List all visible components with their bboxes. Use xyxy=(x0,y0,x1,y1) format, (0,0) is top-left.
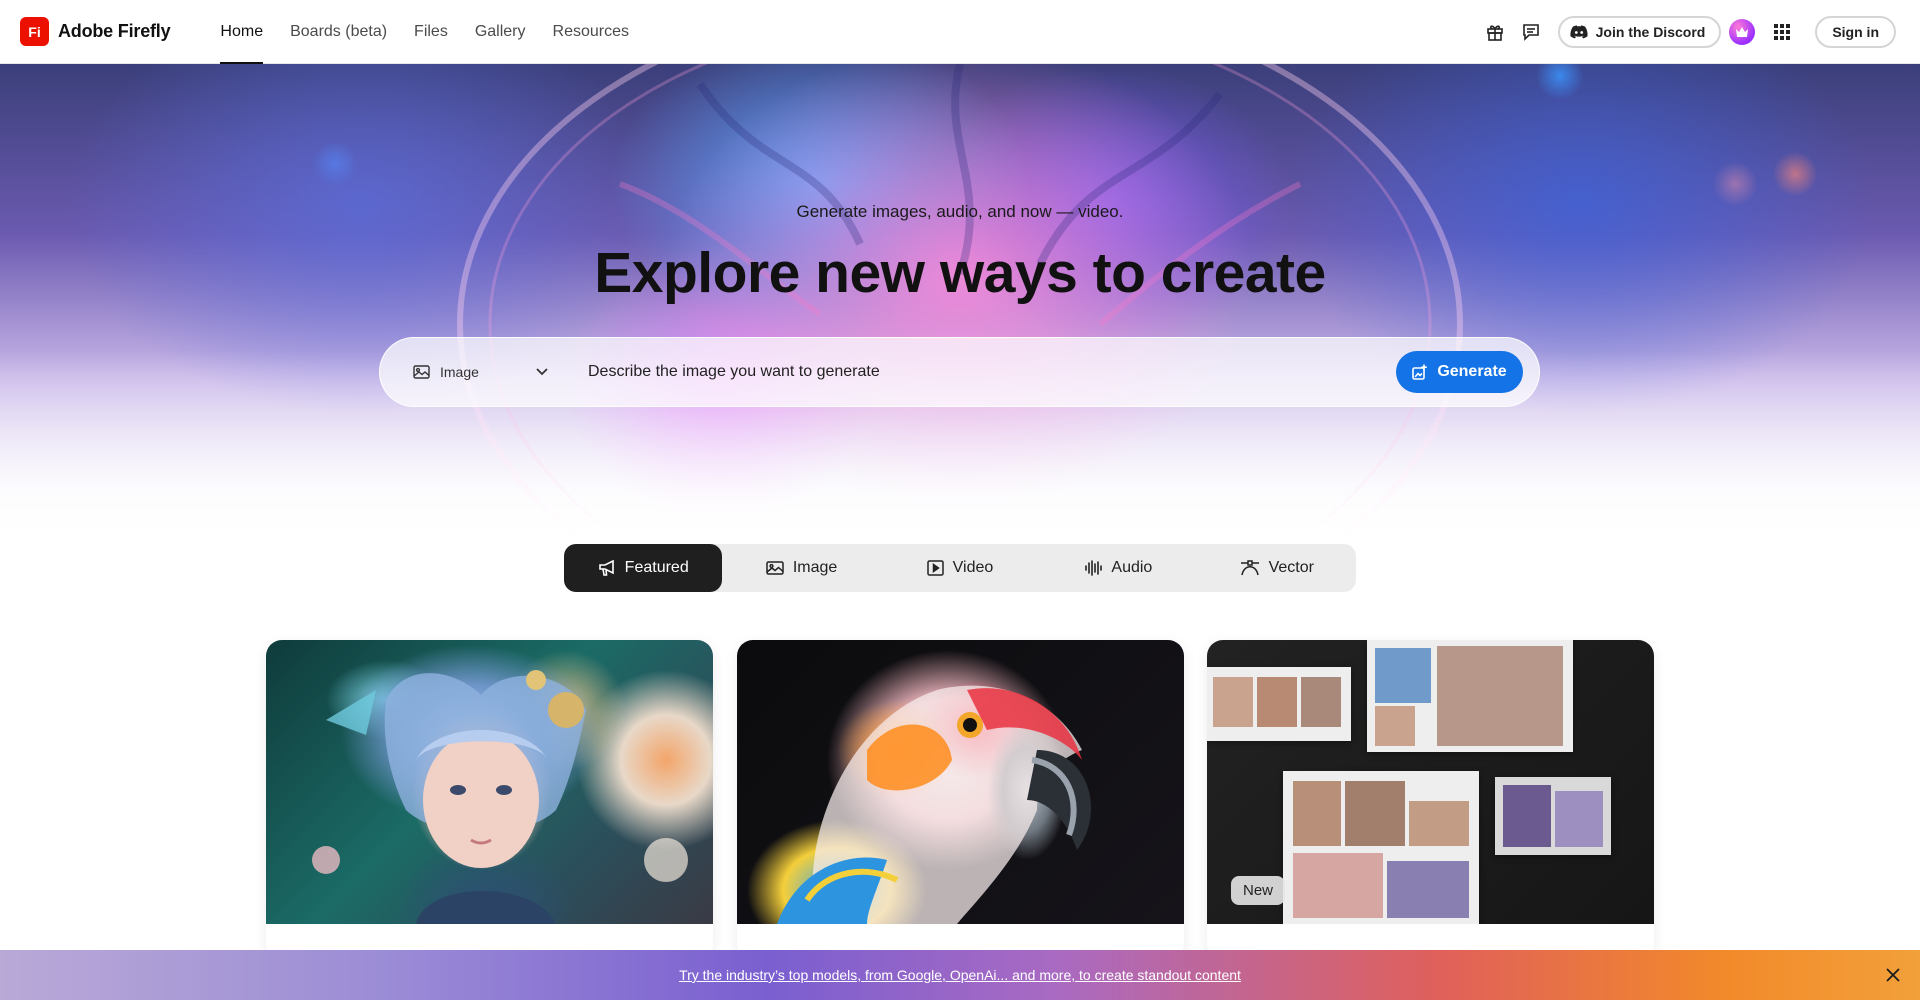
nav-item-files[interactable]: Files xyxy=(414,0,448,64)
nav-item-resources[interactable]: Resources xyxy=(553,0,629,64)
hero-title: Explore new ways to create xyxy=(594,241,1326,305)
generate-label: Generate xyxy=(1437,363,1507,380)
nav-item-gallery[interactable]: Gallery xyxy=(475,0,526,64)
tab-video-label: Video xyxy=(952,559,994,576)
main-nav: Home Boards (beta) Files Gallery Resourc… xyxy=(220,0,656,64)
tab-video[interactable]: Video xyxy=(881,544,1039,592)
promo-banner: Try the industry’s top models, from Goog… xyxy=(0,950,1920,1000)
nav-item-boards[interactable]: Boards (beta) xyxy=(290,0,387,64)
chevron-down-icon xyxy=(536,368,548,376)
header-actions: Join the Discord Sign in xyxy=(1480,15,1896,48)
tab-featured-label: Featured xyxy=(624,559,689,576)
nav-item-home[interactable]: Home xyxy=(220,0,263,64)
card-image-parrot xyxy=(737,640,1184,924)
top-navigation-bar: Fi Adobe Firefly Home Boards (beta) File… xyxy=(0,0,1920,64)
gift-icon[interactable] xyxy=(1480,17,1510,47)
brand-name: Adobe Firefly xyxy=(58,21,171,41)
grid-icon[interactable] xyxy=(1767,17,1797,47)
tab-featured[interactable]: Featured xyxy=(564,544,723,592)
category-tabs: Featured Image Video Audio Vector xyxy=(564,544,1356,592)
waveform-icon xyxy=(1085,560,1103,576)
card-image-fantasy-boy xyxy=(266,640,713,924)
chat-icon[interactable] xyxy=(1516,17,1546,47)
discord-icon xyxy=(1570,24,1588,38)
image-icon xyxy=(766,561,784,575)
tab-image-label: Image xyxy=(792,559,838,576)
featured-card[interactable] xyxy=(266,640,713,960)
tab-vector[interactable]: Vector xyxy=(1198,544,1356,592)
card-image-moodboards: New xyxy=(1207,640,1654,924)
tab-audio[interactable]: Audio xyxy=(1039,544,1197,592)
new-badge: New xyxy=(1231,876,1286,905)
generate-icon xyxy=(1412,364,1428,380)
premium-crown-icon[interactable] xyxy=(1729,18,1756,45)
content-type-select[interactable]: Image xyxy=(413,364,548,380)
prompt-bar: Image Generate xyxy=(379,337,1540,407)
pen-curve-icon xyxy=(1240,560,1259,576)
generate-button[interactable]: Generate xyxy=(1396,351,1523,393)
prompt-input[interactable] xyxy=(588,363,1396,381)
featured-card[interactable] xyxy=(737,640,1184,960)
megaphone-icon xyxy=(598,560,614,576)
sign-in-button[interactable]: Sign in xyxy=(1815,15,1896,48)
promo-banner-link[interactable]: Try the industry’s top models, from Goog… xyxy=(679,967,1241,983)
video-icon xyxy=(926,560,944,576)
image-icon xyxy=(413,365,430,379)
featured-card[interactable]: New xyxy=(1207,640,1654,960)
tab-vector-label: Vector xyxy=(1268,559,1314,576)
brand[interactable]: Fi Adobe Firefly xyxy=(20,17,171,46)
join-discord-button[interactable]: Join the Discord xyxy=(1557,15,1722,48)
hero-subtitle: Generate images, audio, and now — video. xyxy=(796,202,1124,221)
hero-background-image xyxy=(0,64,1920,550)
hero-section: Generate images, audio, and now — video.… xyxy=(0,64,1920,550)
close-icon[interactable] xyxy=(1882,964,1904,986)
tab-image[interactable]: Image xyxy=(722,544,880,592)
tab-audio-label: Audio xyxy=(1111,559,1153,576)
content-type-value: Image xyxy=(440,364,479,380)
join-discord-label: Join the Discord xyxy=(1595,23,1706,40)
firefly-logo-icon: Fi xyxy=(20,17,49,46)
